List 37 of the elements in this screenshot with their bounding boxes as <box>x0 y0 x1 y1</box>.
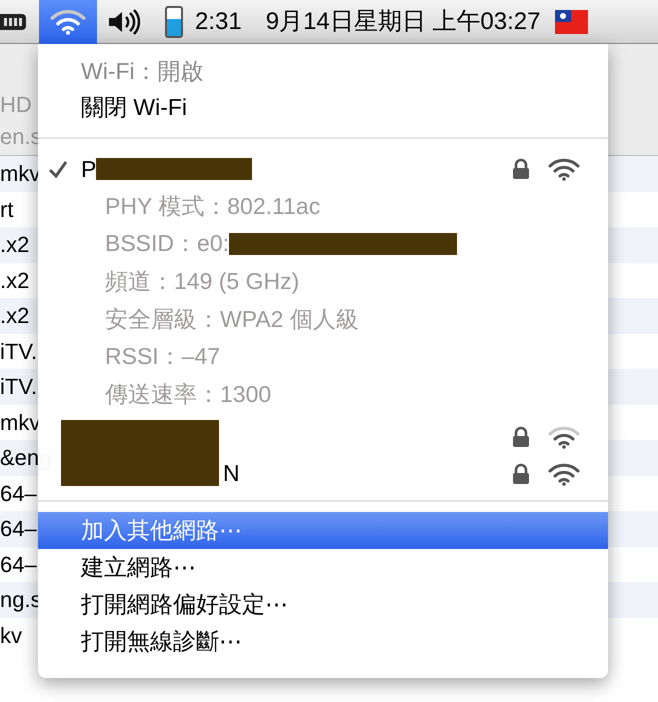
file-name: kv <box>0 622 22 650</box>
menu-item[interactable]: 加入其他網路⋯ <box>38 512 608 550</box>
menu-item[interactable]: 打開無線診斷⋯ <box>38 623 608 660</box>
file-name: 64– <box>0 480 37 508</box>
network-detail: 安全層級：WPA2 個人級 <box>105 304 359 334</box>
clock[interactable]: 9月14日星期日 上午03:27 <box>266 4 540 40</box>
file-name: &eng <box>0 444 52 472</box>
network-name: P <box>81 154 96 184</box>
file-name: .x2 <box>0 231 30 260</box>
network-detail: BSSID：e0: <box>105 229 229 258</box>
battery-icon[interactable] <box>165 6 183 38</box>
menu-extra-icon[interactable] <box>0 12 28 32</box>
file-name: .x2 <box>0 266 30 295</box>
wifi-icon <box>50 8 86 35</box>
menu-item[interactable]: 關閉 Wi-Fi <box>38 89 608 125</box>
file-name: .x2 <box>0 302 30 330</box>
flag-icon[interactable] <box>554 10 588 34</box>
wifi-status: Wi-Fi：開啟 <box>81 57 204 86</box>
header-text: HD <box>0 91 32 119</box>
file-name: 64– <box>0 515 37 544</box>
file-name: 64– <box>0 550 37 579</box>
file-name: mkv <box>0 408 40 437</box>
network-name: N <box>223 459 240 488</box>
file-name: rt <box>0 196 14 224</box>
battery-time: 2:31 <box>195 6 242 36</box>
file-name: iTV. <box>0 373 38 402</box>
checkmark-icon <box>48 159 68 179</box>
menu-item[interactable]: 建立網路⋯ <box>38 549 608 586</box>
network-detail: 頻道：149 (5 GHz) <box>105 266 300 296</box>
network-detail: RSSI：–47 <box>105 342 220 372</box>
volume-icon[interactable] <box>107 8 143 34</box>
wifi-menu-button[interactable] <box>39 0 97 44</box>
network-detail: PHY 模式：802.11ac <box>105 192 320 221</box>
network-detail: 傳送速率：1300 <box>105 380 272 410</box>
file-name: mkv <box>0 160 40 188</box>
network-item[interactable]: P <box>38 151 608 187</box>
file-name: iTV. <box>0 338 38 366</box>
